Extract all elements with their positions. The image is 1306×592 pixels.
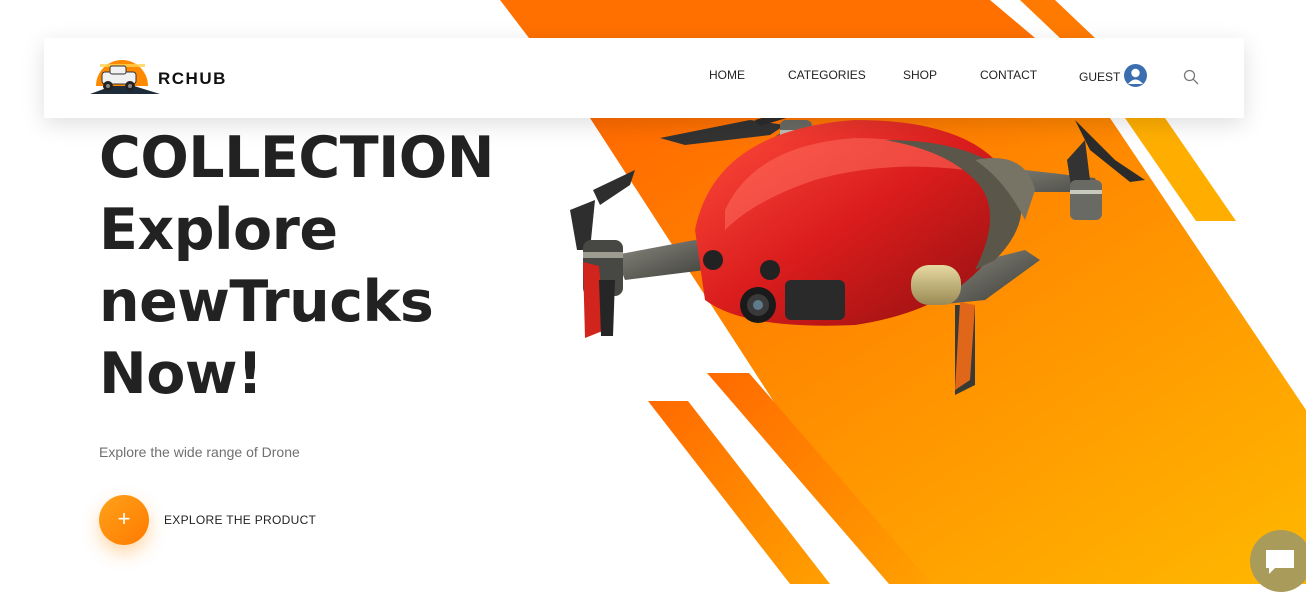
chat-widget[interactable]: [1250, 530, 1306, 592]
hero-title-line: COLLECTION: [99, 125, 494, 191]
truck-logo-icon: [90, 60, 160, 94]
logo-text: RCHUB: [158, 69, 227, 88]
nav-contact[interactable]: CONTACT: [980, 68, 1037, 82]
site-header: RCHUB HOME CATEGORIES SHOP CONTACT GUEST: [44, 38, 1244, 118]
user-avatar-icon: [1124, 64, 1147, 87]
explore-product-label[interactable]: EXPLORE THE PRODUCT: [164, 513, 316, 527]
plus-icon[interactable]: +: [99, 495, 149, 545]
hero-title-line: Explore: [99, 197, 338, 263]
chat-bubble-icon: [1266, 550, 1294, 574]
drone-image: [570, 110, 1145, 395]
nav-home[interactable]: HOME: [709, 68, 745, 82]
search-icon[interactable]: [1183, 69, 1199, 85]
hero-title-line: Now!: [99, 341, 263, 407]
nav-shop[interactable]: SHOP: [903, 68, 937, 82]
nav-categories[interactable]: CATEGORIES: [788, 68, 866, 82]
brand-logo[interactable]: RCHUB: [90, 52, 230, 100]
hero-subtitle: Explore the wide range of Drone: [99, 444, 300, 460]
hero-title-line: newTrucks: [99, 269, 434, 335]
guest-label: GUEST: [1079, 70, 1121, 84]
hero-title: COLLECTION Explore newTrucks Now!: [99, 122, 494, 410]
